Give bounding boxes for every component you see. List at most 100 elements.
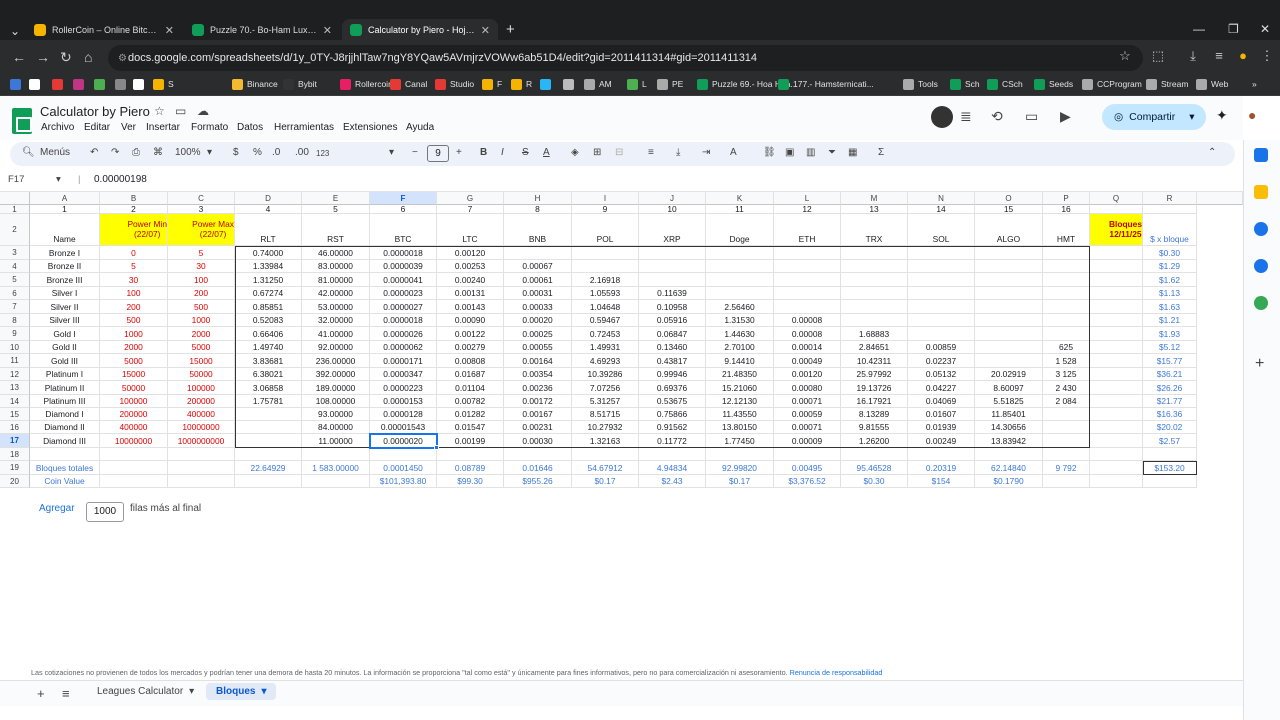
bookmark-item[interactable]: Binance: [232, 77, 278, 91]
formula-input[interactable]: 0.00000198: [94, 174, 147, 185]
print-icon[interactable]: ⎙: [132, 147, 140, 158]
header-cell[interactable]: LTC: [437, 214, 504, 246]
column-header[interactable]: L: [774, 192, 841, 205]
table-cell[interactable]: 0.0000128: [370, 408, 437, 421]
text-rotation-icon[interactable]: A: [730, 147, 737, 158]
header-cell[interactable]: BTC: [370, 214, 437, 246]
table-cell[interactable]: 0.00030: [504, 434, 572, 448]
table-cell[interactable]: 0: [100, 246, 168, 260]
table-cell[interactable]: 5: [100, 260, 168, 273]
table-cell[interactable]: 11.85401: [975, 408, 1043, 421]
table-cell[interactable]: 0.00354: [504, 368, 572, 381]
bookmark-item[interactable]: PE: [657, 77, 683, 91]
table-cell[interactable]: $955.26: [504, 475, 572, 488]
table-cell[interactable]: 13.83942: [975, 434, 1043, 448]
bookmark-item[interactable]: Tools: [903, 77, 938, 91]
bookmark-item[interactable]: [10, 77, 25, 91]
table-cell[interactable]: 200000: [100, 408, 168, 421]
header-cell[interactable]: RLT: [235, 214, 302, 246]
table-cell[interactable]: 0.00199: [437, 434, 504, 448]
table-cell[interactable]: 2.16918: [572, 273, 639, 287]
bookmark-item[interactable]: 177.- Hamsternicati...: [778, 77, 874, 91]
row-header[interactable]: 11: [0, 354, 30, 368]
table-cell[interactable]: 0.10958: [639, 300, 706, 314]
table-cell[interactable]: 0.00067: [504, 260, 572, 273]
restore-icon[interactable]: ❐: [1228, 22, 1239, 36]
table-cell[interactable]: [168, 448, 235, 461]
table-cell[interactable]: 0.00495: [774, 461, 841, 475]
table-cell[interactable]: 0.01104: [437, 381, 504, 395]
table-cell[interactable]: [370, 448, 437, 461]
row-header[interactable]: 5: [0, 273, 30, 287]
table-cell[interactable]: 25.97992: [841, 368, 908, 381]
disclaimer-link[interactable]: Renuncia de responsabilidad: [790, 668, 883, 677]
bookmark-item[interactable]: F: [482, 77, 502, 91]
column-header[interactable]: E: [302, 192, 370, 205]
table-cell[interactable]: 0.0000171: [370, 354, 437, 368]
table-cell[interactable]: 15000: [168, 354, 235, 368]
table-cell[interactable]: [841, 260, 908, 273]
table-cell[interactable]: 0.00033: [504, 300, 572, 314]
table-cell[interactable]: 9 792: [1043, 461, 1090, 475]
table-cell[interactable]: 50000: [100, 381, 168, 395]
column-header[interactable]: G: [437, 192, 504, 205]
table-cell[interactable]: 0.0000062: [370, 341, 437, 354]
table-cell[interactable]: 2.56460: [706, 300, 774, 314]
table-cell[interactable]: 3 125: [1043, 368, 1090, 381]
header-cell[interactable]: XRP: [639, 214, 706, 246]
reload-icon[interactable]: ↻: [60, 49, 72, 66]
table-cell[interactable]: Gold III: [30, 354, 100, 368]
browser-tab-0[interactable]: RollerCoin – Online Bitcoin Min ✕: [26, 19, 182, 41]
table-cell[interactable]: 0.00122: [437, 327, 504, 341]
bookmark-item[interactable]: [52, 77, 67, 91]
table-cell[interactable]: [1143, 475, 1197, 488]
table-cell[interactable]: 0.00143: [437, 300, 504, 314]
table-cell[interactable]: 8: [504, 205, 572, 214]
vertical-align-icon[interactable]: ⤓: [676, 147, 680, 158]
menu-formato[interactable]: Formato: [191, 122, 228, 133]
table-cell[interactable]: 0.00120: [437, 246, 504, 260]
table-cell[interactable]: [100, 461, 168, 475]
gemini-summary-icon[interactable]: ≣: [960, 108, 972, 125]
italic-icon[interactable]: I: [501, 147, 504, 158]
column-header[interactable]: K: [706, 192, 774, 205]
table-cell[interactable]: [1143, 448, 1197, 461]
table-cell[interactable]: [235, 421, 302, 434]
column-header[interactable]: P: [1043, 192, 1090, 205]
table-cell[interactable]: 19.13726: [841, 381, 908, 395]
row-header[interactable]: 13: [0, 381, 30, 395]
table-cell[interactable]: [1090, 395, 1143, 408]
horizontal-align-icon[interactable]: ≡: [648, 147, 654, 158]
table-cell[interactable]: [1143, 205, 1197, 214]
table-cell[interactable]: [1090, 300, 1143, 314]
table-cell[interactable]: [1043, 273, 1090, 287]
currency-format-button[interactable]: $: [233, 147, 239, 158]
search-icon[interactable]: 🔍︎: [22, 147, 35, 158]
table-cell[interactable]: $1.21: [1143, 314, 1197, 327]
table-cell[interactable]: 5: [302, 205, 370, 214]
table-cell[interactable]: $3,376.52: [774, 475, 841, 488]
site-info-icon[interactable]: ⚙: [118, 53, 127, 64]
paint-format-icon[interactable]: ⌘: [153, 147, 163, 158]
table-cell[interactable]: $0.17: [706, 475, 774, 488]
table-cell[interactable]: 0.53675: [639, 395, 706, 408]
font-select-chevron-icon[interactable]: ▾: [389, 147, 394, 158]
table-cell[interactable]: 10: [639, 205, 706, 214]
table-cell[interactable]: [572, 246, 639, 260]
row-header[interactable]: 3: [0, 246, 30, 260]
table-cell[interactable]: $1.29: [1143, 260, 1197, 273]
table-cell[interactable]: [235, 434, 302, 448]
add-rows-count-input[interactable]: 1000: [86, 502, 124, 522]
header-cell[interactable]: SOL: [908, 214, 975, 246]
table-cell[interactable]: 100000: [168, 381, 235, 395]
redo-icon[interactable]: ↷: [111, 147, 119, 158]
table-cell[interactable]: 236.00000: [302, 354, 370, 368]
table-cell[interactable]: [1090, 448, 1143, 461]
table-cell[interactable]: [1043, 408, 1090, 421]
table-cell[interactable]: 0.43817: [639, 354, 706, 368]
table-cell[interactable]: [168, 475, 235, 488]
increase-font-size-icon[interactable]: +: [456, 147, 462, 158]
table-cell[interactable]: [30, 448, 100, 461]
table-cell[interactable]: 0.00167: [504, 408, 572, 421]
table-cell[interactable]: 50000: [168, 368, 235, 381]
